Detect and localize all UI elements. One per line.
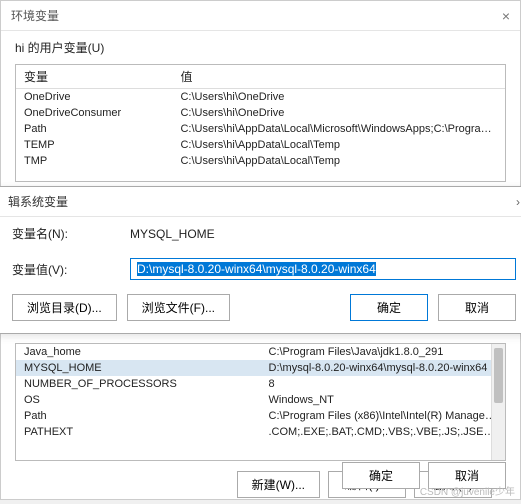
table-row[interactable]: PathC:\Program Files (x86)\Intel\Intel(R… — [16, 408, 505, 424]
table-row[interactable]: TEMPC:\Users\hi\AppData\Local\Temp — [16, 137, 505, 153]
table-row[interactable]: PATHEXT.COM;.EXE;.BAT;.CMD;.VBS;.VBE;.JS… — [16, 424, 505, 440]
table-row[interactable]: Java_homeC:\Program Files\Java\jdk1.8.0_… — [16, 344, 505, 360]
field-variable-name: 变量名(N): MYSQL_HOME — [0, 217, 521, 246]
browse-file-button[interactable]: 浏览文件(F)... — [127, 294, 230, 321]
value-input[interactable]: D:\mysql-8.0.20-winx64\mysql-8.0.20-winx… — [130, 258, 516, 280]
main-ok-button[interactable]: 确定 — [342, 462, 420, 489]
scrollbar[interactable] — [491, 344, 505, 460]
table-row[interactable]: NUMBER_OF_PROCESSORS8 — [16, 376, 505, 392]
value-label: 变量值(V): — [12, 261, 130, 278]
system-vars-table[interactable]: Java_homeC:\Program Files\Java\jdk1.8.0_… — [15, 343, 506, 461]
col-var-value[interactable]: 值 — [172, 65, 505, 89]
cancel-button[interactable]: 取消 — [438, 294, 516, 321]
scrollbar-thumb[interactable] — [494, 348, 503, 403]
user-vars-table[interactable]: 变量 值 OneDriveC:\Users\hi\OneDrive OneDri… — [15, 64, 506, 182]
browse-dir-button[interactable]: 浏览目录(D)... — [12, 294, 117, 321]
table-row[interactable]: PathC:\Users\hi\AppData\Local\Microsoft\… — [16, 121, 505, 137]
table-row[interactable]: OneDriveConsumerC:\Users\hi\OneDrive — [16, 105, 505, 121]
window-title: 环境变量 — [11, 7, 59, 24]
edit-variable-dialog: 辑系统变量 › 变量名(N): MYSQL_HOME 变量值(V): D:\my… — [0, 186, 521, 334]
dialog-titlebar: 辑系统变量 › — [0, 187, 521, 217]
name-label: 变量名(N): — [12, 225, 130, 242]
table-row[interactable]: OneDriveC:\Users\hi\OneDrive — [16, 89, 505, 106]
dialog-buttons: 浏览目录(D)... 浏览文件(F)... 确定 取消 — [0, 284, 521, 333]
ok-button[interactable]: 确定 — [350, 294, 428, 321]
env-vars-window: 环境变量 × hi 的用户变量(U) 变量 值 OneDriveC:\Users… — [0, 0, 521, 500]
table-row[interactable]: TMPC:\Users\hi\AppData\Local\Temp — [16, 153, 505, 169]
table-row[interactable]: MYSQL_HOMED:\mysql-8.0.20-winx64\mysql-8… — [16, 360, 505, 376]
watermark: CSDN @juvenile少年 — [420, 483, 515, 498]
table-row[interactable]: OSWindows_NT — [16, 392, 505, 408]
field-variable-value: 变量值(V): D:\mysql-8.0.20-winx64\mysql-8.0… — [0, 246, 521, 284]
close-icon[interactable]: × — [502, 8, 510, 24]
dialog-title-text: 辑系统变量 — [8, 193, 68, 210]
new-button[interactable]: 新建(W)... — [237, 471, 320, 498]
col-var-name[interactable]: 变量 — [16, 65, 172, 89]
chevron-right-icon[interactable]: › — [516, 195, 520, 209]
titlebar: 环境变量 × — [1, 1, 520, 31]
name-value[interactable]: MYSQL_HOME — [130, 227, 215, 241]
user-vars-label: hi 的用户变量(U) — [1, 31, 520, 60]
